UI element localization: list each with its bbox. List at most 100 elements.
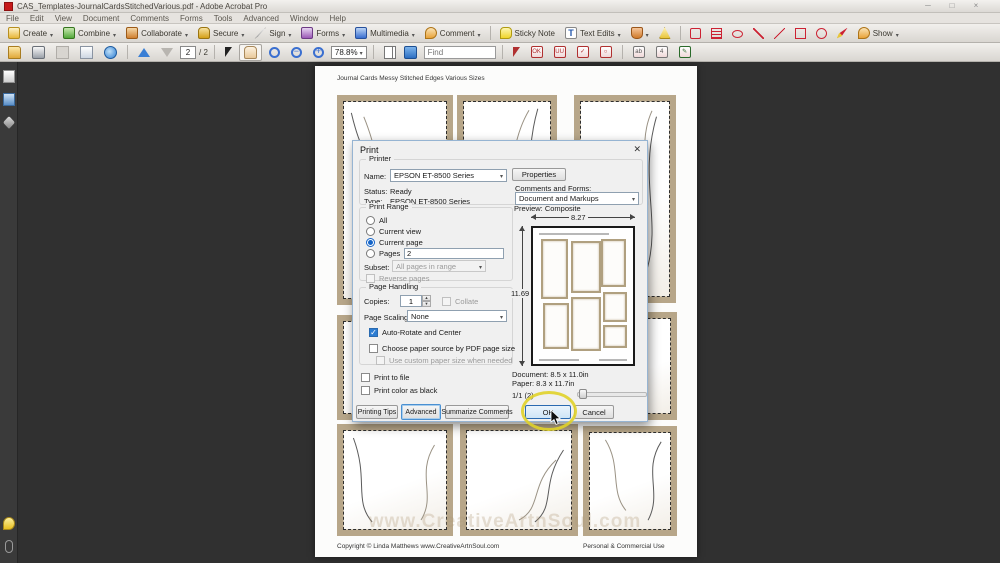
secure-button[interactable]: Secure	[194, 23, 248, 43]
properties-button[interactable]: Properties	[512, 168, 566, 181]
radio-all-label: All	[379, 216, 388, 225]
maximize-button[interactable]	[942, 0, 962, 12]
find-input[interactable]	[423, 45, 496, 59]
print-to-file-checkbox[interactable]	[361, 373, 370, 382]
zoom-in-button[interactable]	[309, 46, 328, 59]
menu-help[interactable]: Help	[329, 14, 345, 23]
stepper-down-icon[interactable]: ▼	[422, 301, 431, 307]
create-icon	[8, 27, 20, 39]
open-button[interactable]	[4, 45, 25, 60]
barcode-field-tool-button[interactable]: UU	[550, 45, 570, 59]
ok-button[interactable]: OK	[525, 405, 571, 419]
web-button[interactable]	[100, 45, 121, 60]
copies-input[interactable]	[400, 295, 422, 307]
choose-paper-source-checkbox[interactable]	[369, 344, 378, 353]
close-icon[interactable]: ✕	[633, 144, 641, 155]
zoom-marquee-button[interactable]	[265, 46, 284, 59]
chevron-down-icon	[113, 24, 116, 42]
combine-button[interactable]: Combine	[59, 23, 120, 43]
chevron-down-icon	[477, 24, 480, 42]
radio-pages[interactable]	[366, 249, 375, 258]
save-icon	[56, 45, 69, 59]
pencil-tool-button[interactable]	[833, 27, 852, 40]
text-edits-button[interactable]: T Text Edits	[561, 23, 625, 43]
callout-tool-button[interactable]	[686, 27, 705, 40]
zoom-out-button[interactable]	[287, 46, 306, 59]
pages-panel-icon[interactable]	[3, 70, 15, 83]
checkbox-field-tool-button[interactable]: ✓	[573, 45, 593, 59]
previous-page-button[interactable]	[134, 47, 154, 58]
save-button[interactable]	[52, 45, 73, 60]
layers-panel-icon[interactable]	[3, 116, 15, 129]
multimedia-button[interactable]: Multimedia	[351, 23, 419, 43]
radio-current-view[interactable]	[366, 227, 375, 236]
email-button[interactable]	[76, 45, 97, 60]
print-button[interactable]	[28, 45, 49, 60]
comment-button[interactable]: Comment	[421, 23, 485, 43]
close-button[interactable]	[966, 0, 986, 12]
digital-signature-tool-button[interactable]: ✎	[675, 45, 695, 59]
radio-current-page[interactable]	[366, 238, 375, 247]
page-scaling-select[interactable]: None	[407, 310, 507, 322]
cloud-tool-button[interactable]	[728, 27, 747, 39]
next-page-button[interactable]	[157, 47, 177, 58]
cancel-button[interactable]: Cancel	[574, 405, 614, 419]
printer-status-value: Ready	[390, 187, 412, 196]
text-box-tool-button[interactable]	[707, 27, 726, 40]
minimize-button[interactable]	[918, 0, 938, 12]
separator	[501, 45, 503, 59]
preview-zoom-slider-thumb[interactable]	[579, 389, 587, 399]
create-button[interactable]: Create	[4, 23, 57, 43]
menu-document[interactable]: Document	[83, 14, 119, 23]
attachments-panel-icon[interactable]	[5, 540, 13, 553]
pages-input[interactable]	[404, 248, 504, 259]
use-custom-paper-checkbox[interactable]	[376, 356, 385, 365]
arrow-tool-button[interactable]	[749, 27, 768, 40]
page-layout-button[interactable]	[380, 45, 397, 60]
printer-name-select[interactable]: EPSON ET-8500 Series	[390, 169, 507, 182]
menu-file[interactable]: File	[6, 14, 19, 23]
approved-stamp-button[interactable]	[655, 26, 675, 40]
file-toolbar: / 2 78.8% OK UU ✓ ○ ab 4 ✎	[0, 43, 1000, 62]
list-field-tool-button[interactable]: 4	[652, 45, 672, 59]
collate-checkbox[interactable]	[442, 297, 451, 306]
radio-field-tool-button[interactable]: ○	[596, 45, 616, 59]
menu-forms[interactable]: Forms	[180, 14, 203, 23]
page-number-input[interactable]	[180, 45, 196, 59]
bookmarks-panel-icon[interactable]	[3, 93, 15, 106]
select-tool-button[interactable]	[221, 46, 236, 58]
forms-button[interactable]: Forms	[297, 23, 349, 43]
stamp-button[interactable]	[627, 23, 653, 43]
sticky-note-button[interactable]: Sticky Note	[496, 26, 559, 40]
line-tool-button[interactable]	[770, 27, 789, 40]
menu-window[interactable]: Window	[290, 14, 318, 23]
printing-tips-button[interactable]: Printing Tips	[356, 405, 398, 419]
show-button[interactable]: Show	[854, 23, 903, 43]
comments-panel-icon[interactable]	[3, 517, 15, 530]
print-color-black-checkbox[interactable]	[361, 386, 370, 395]
zoom-level-select[interactable]: 78.8%	[330, 45, 367, 59]
preview-zoom-slider[interactable]	[577, 392, 647, 397]
oval-tool-button[interactable]	[812, 27, 831, 40]
text-field-tool-button[interactable]: ab	[629, 45, 649, 59]
menu-view[interactable]: View	[55, 14, 72, 23]
copies-stepper[interactable]: ▲ ▼	[422, 295, 431, 307]
auto-rotate-checkbox[interactable]	[369, 328, 378, 337]
summarize-comments-button[interactable]: Summarize Comments	[441, 405, 513, 419]
hand-tool-button[interactable]	[238, 43, 262, 61]
button-field-tool-button[interactable]: OK	[527, 45, 547, 59]
select-object-tool-button[interactable]	[509, 46, 524, 58]
menu-edit[interactable]: Edit	[30, 14, 44, 23]
menu-tools[interactable]: Tools	[214, 14, 233, 23]
menu-comments[interactable]: Comments	[130, 14, 169, 23]
subset-select[interactable]: All pages in range	[392, 260, 486, 272]
collaborate-button[interactable]: Collaborate	[122, 23, 192, 43]
menu-advanced[interactable]: Advanced	[243, 14, 279, 23]
fit-page-button[interactable]	[400, 45, 421, 60]
sign-button[interactable]: Sign	[250, 23, 295, 43]
print-range-legend: Print Range	[366, 203, 412, 211]
advanced-button[interactable]: Advanced	[401, 404, 441, 420]
rectangle-tool-button[interactable]	[791, 27, 810, 40]
preview-page-indicator: 1/1 (2)	[512, 391, 534, 400]
radio-all[interactable]	[366, 216, 375, 225]
